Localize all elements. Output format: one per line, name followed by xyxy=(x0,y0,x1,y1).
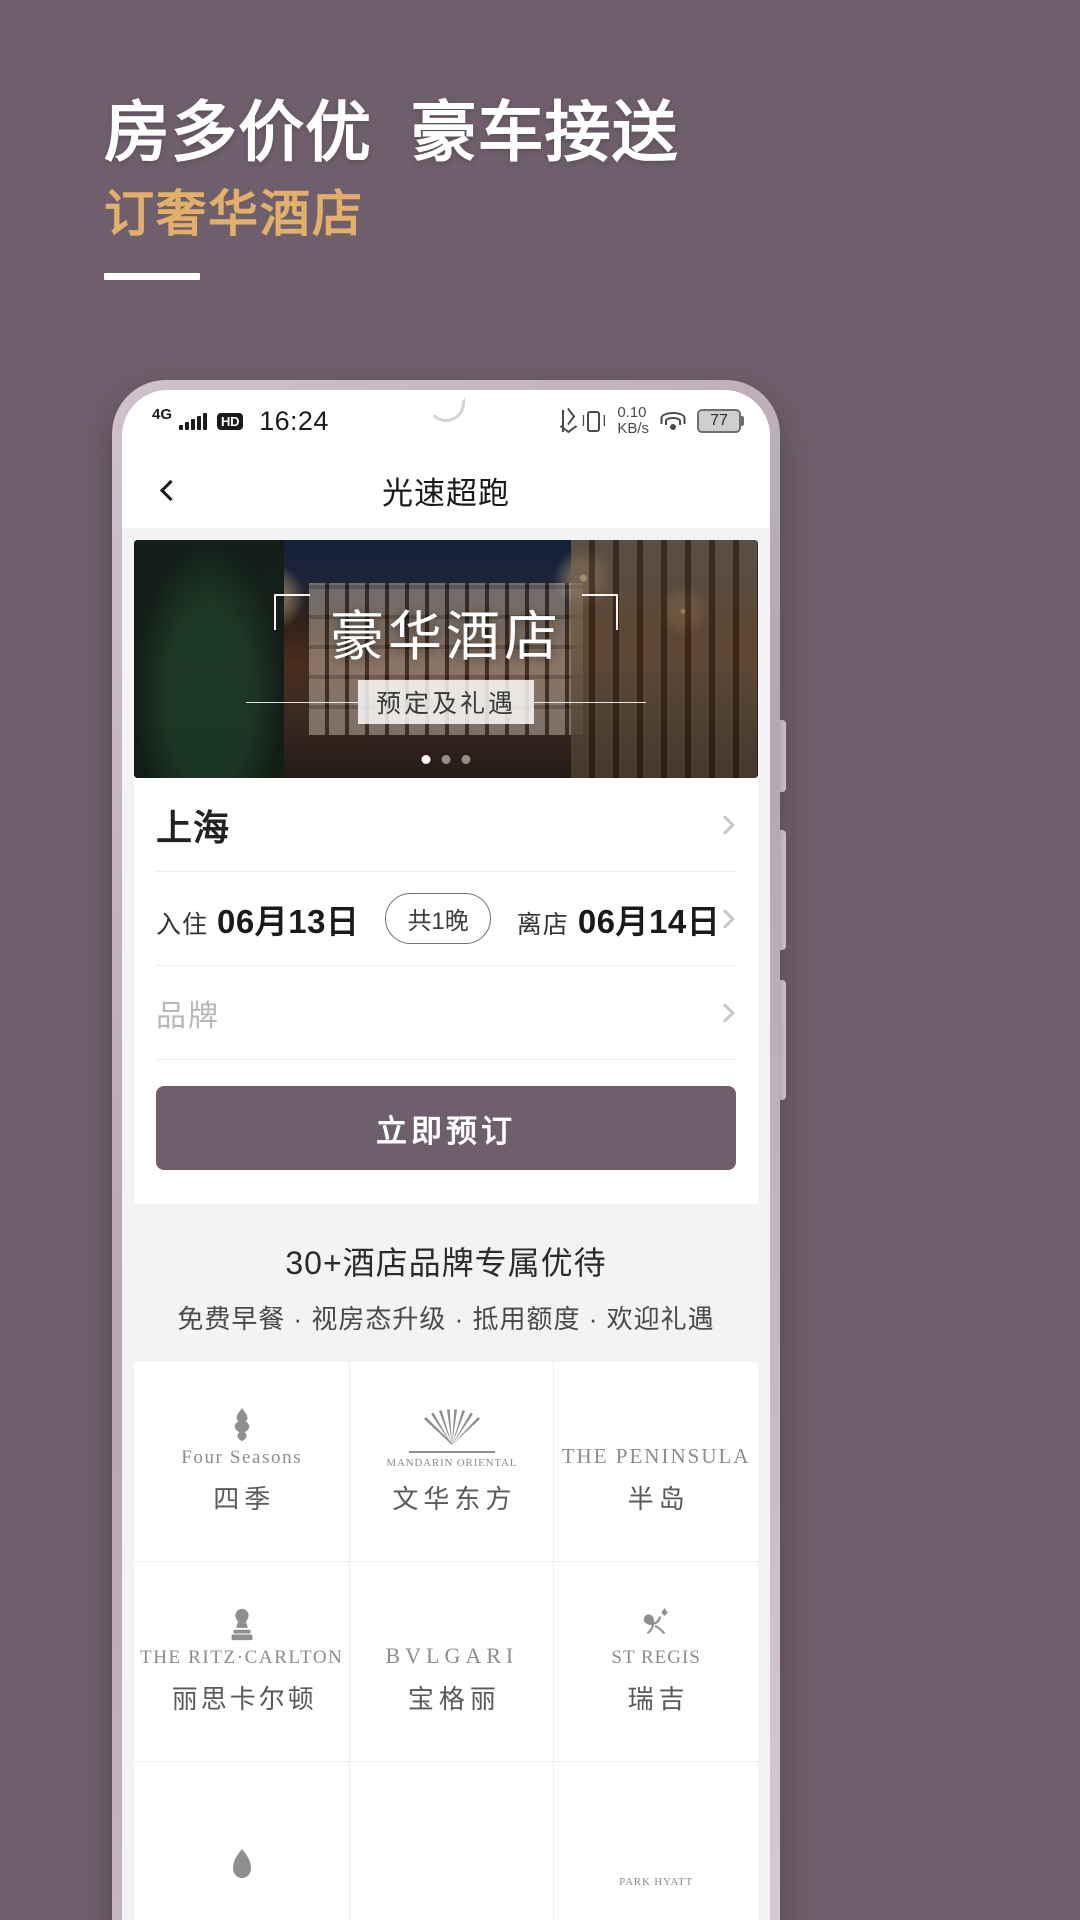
brand-cell-row3-3[interactable]: PARK HYATT xyxy=(554,1762,758,1920)
brand-cell-row3-2[interactable] xyxy=(350,1762,555,1920)
brand-cell-row3-1[interactable] xyxy=(134,1762,351,1920)
promo-headline: 房多价优 豪车接送 xyxy=(104,95,679,169)
city-value: 上海 xyxy=(156,806,231,848)
carousel-dots[interactable] xyxy=(421,755,471,764)
carousel-dot-1[interactable] xyxy=(421,755,431,764)
battery-level-label: 77 xyxy=(710,412,728,429)
phone-side-button-volume-down xyxy=(779,980,786,1100)
brand-cell-bvlgari[interactable]: BVLGARI 宝格丽 xyxy=(350,1562,555,1762)
bluetooth-icon xyxy=(556,410,571,432)
brand-cn-label: 四季 xyxy=(213,1484,276,1514)
network-speed-indicator: 0.10 KB/s xyxy=(617,405,649,437)
network-speed-unit: KB/s xyxy=(617,420,649,437)
nav-bar: 光速超跑 xyxy=(122,452,770,528)
brand-en-label: PARK HYATT xyxy=(619,1875,694,1888)
phone-mockup: 4G HD 16:24 ǀǀ 0.10 KB/s 77 光速超跑 豪华酒店 预定… xyxy=(112,380,786,1920)
search-card: 上海 入住 06月13日 共1晚 离店 06月14日 品牌 立即预订 xyxy=(134,778,758,1204)
checkout-date: 06月14日 xyxy=(577,902,721,940)
brand-cell-four-seasons[interactable]: Four Seasons 四季 xyxy=(134,1362,351,1562)
phone-screen: 4G HD 16:24 ǀǀ 0.10 KB/s 77 光速超跑 豪华酒店 预定… xyxy=(122,390,770,1920)
bvlgari-wordmark: BVLGARI xyxy=(385,1607,518,1669)
promo-underline-rule xyxy=(104,273,200,281)
fan-mark-icon: MANDARIN ORIENTAL xyxy=(386,1407,517,1469)
monogram-mark-icon xyxy=(643,1607,668,1635)
hero-banner-title-frame: 豪华酒店 xyxy=(274,594,618,672)
brand-cn-label: 丽思卡尔顿 xyxy=(171,1684,317,1714)
lion-mark-icon: THE RITZ·CARLTON xyxy=(140,1607,343,1669)
brand-cell-mandarin-oriental[interactable]: MANDARIN ORIENTAL 文华东方 xyxy=(350,1362,555,1562)
wifi-icon xyxy=(660,411,686,431)
vibrate-mode-icon: ǀǀ xyxy=(581,410,607,432)
city-selector-row[interactable]: 上海 xyxy=(156,778,736,872)
park-hyatt-wordmark: PARK HYATT xyxy=(619,1826,693,1888)
brand-en-label: ST REGIS xyxy=(611,1647,701,1668)
nights-badge: 共1晚 xyxy=(385,893,491,944)
chevron-right-icon xyxy=(715,1002,735,1023)
checkin-block[interactable]: 入住 06月13日 xyxy=(156,895,359,943)
phone-side-button-volume-up xyxy=(779,830,786,950)
brand-cell-ritz-carlton[interactable]: THE RITZ·CARLTON 丽思卡尔顿 xyxy=(134,1562,351,1762)
back-button[interactable] xyxy=(148,468,192,512)
status-bar: 4G HD 16:24 ǀǀ 0.10 KB/s 77 xyxy=(122,390,770,452)
brand-en-label: THE PENINSULA xyxy=(561,1444,751,1468)
checkout-block[interactable]: 离店 06月14日 xyxy=(517,895,720,943)
brand-cn-label: 半岛 xyxy=(627,1484,690,1514)
tree-mark-icon: Four Seasons xyxy=(181,1407,302,1469)
brand-cn-label: 文华东方 xyxy=(392,1484,517,1514)
checkout-label: 离店 xyxy=(516,910,569,939)
book-now-button[interactable]: 立即预订 xyxy=(156,1086,736,1170)
brand-en-label: MANDARIN ORIENTAL xyxy=(386,1457,518,1469)
carousel-dot-3[interactable] xyxy=(461,755,471,764)
scroll-content: 豪华酒店 预定及礼遇 上海 入住 06月13日 共1晚 离店 06月14日 品牌… xyxy=(122,528,770,1920)
signal-bars-icon xyxy=(179,412,208,430)
chevron-right-icon xyxy=(715,814,735,835)
checkin-label: 入住 xyxy=(156,910,209,939)
brand-en-label: Four Seasons xyxy=(181,1447,303,1468)
carousel-dot-2[interactable] xyxy=(441,755,451,764)
status-bar-right: ǀǀ 0.10 KB/s 77 xyxy=(556,405,744,437)
brand-en-label: THE RITZ·CARLTON xyxy=(140,1647,344,1668)
battery-icon: 77 xyxy=(697,409,744,433)
brand-cn-label: 瑞吉 xyxy=(627,1684,690,1714)
benefits-title: 30+酒店品牌专属优待 xyxy=(285,1245,607,1281)
hero-banner-subtitle-row: 预定及礼遇 xyxy=(134,680,758,724)
network-type-label: 4G xyxy=(152,405,173,423)
hero-banner-overlay: 豪华酒店 预定及礼遇 xyxy=(134,540,758,778)
brand-cell-peninsula[interactable]: THE PENINSULA 半岛 xyxy=(554,1362,758,1562)
hero-banner-carousel[interactable]: 豪华酒店 预定及礼遇 xyxy=(134,540,758,778)
brand-en-label: BVLGARI xyxy=(385,1643,519,1668)
hero-banner-subtitle: 预定及礼遇 xyxy=(357,680,534,724)
brand-selector-row[interactable]: 品牌 xyxy=(156,966,736,1060)
brand-grid: Four Seasons 四季 MANDARIN ORIENTAL 文华东方 T… xyxy=(134,1362,758,1920)
hero-banner-title: 豪华酒店 xyxy=(330,607,562,667)
date-selector-row[interactable]: 入住 06月13日 共1晚 离店 06月14日 xyxy=(156,872,736,966)
benefits-subtitle: 免费早餐 · 视房态升级 · 抵用额度 · 欢迎礼遇 xyxy=(177,1304,715,1334)
promo-header: 房多价优 豪车接送 订奢华酒店 xyxy=(104,95,984,281)
hero-banner-rule-right xyxy=(534,701,646,703)
leaf-mark-icon xyxy=(229,1826,255,1888)
checkin-date: 06月13日 xyxy=(217,902,360,940)
hd-icon: HD xyxy=(217,412,244,430)
hero-banner-rule-left xyxy=(245,701,358,703)
phone-side-button-mute xyxy=(779,720,786,792)
brand-cn-label: 宝格丽 xyxy=(407,1684,501,1714)
st-regis-logo: ST REGIS xyxy=(611,1607,700,1669)
camera-notch-icon xyxy=(427,398,465,422)
brand-cell-st-regis[interactable]: ST REGIS 瑞吉 xyxy=(554,1562,758,1762)
peninsula-wordmark: THE PENINSULA xyxy=(562,1407,751,1469)
promo-subline: 订奢华酒店 xyxy=(104,185,364,242)
back-chevron-icon xyxy=(159,479,181,501)
cta-container: 立即预订 xyxy=(156,1060,736,1204)
benefits-section: 30+酒店品牌专属优待 免费早餐 · 视房态升级 · 抵用额度 · 欢迎礼遇 xyxy=(122,1204,770,1362)
page-title: 光速超跑 xyxy=(382,475,510,511)
network-speed-value: 0.10 xyxy=(617,404,647,422)
status-bar-left: 4G HD 16:24 xyxy=(152,406,329,437)
mandarin-rule xyxy=(408,1451,495,1453)
brand-placeholder: 品牌 xyxy=(156,999,220,1033)
status-bar-clock: 16:24 xyxy=(259,405,329,436)
